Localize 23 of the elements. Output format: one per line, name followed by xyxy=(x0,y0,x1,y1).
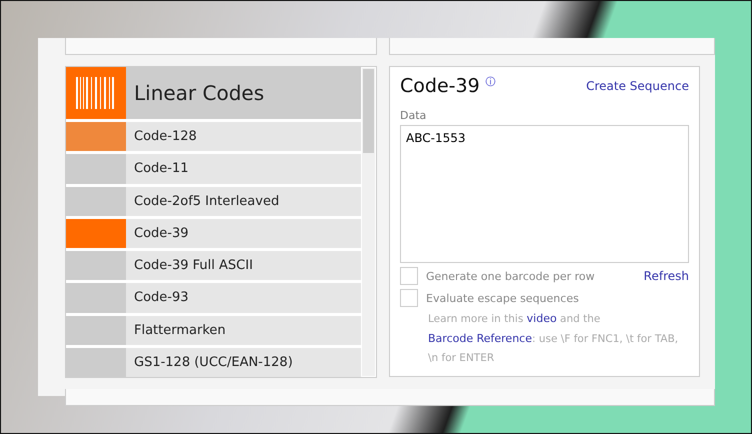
help-text: Learn more in this video and the Barcode Reference: use \F for FNC1, \t for TAB, \n for ENTER xyxy=(428,311,680,366)
help-link[interactable]: video xyxy=(526,312,557,325)
scrollbar[interactable] xyxy=(362,68,375,376)
code-list-item[interactable]: Code-39 Full ASCII xyxy=(66,251,361,280)
data-label: Data xyxy=(400,109,428,122)
help-link[interactable]: Barcode Reference xyxy=(428,332,532,345)
refresh-link[interactable]: Refresh xyxy=(644,269,689,283)
symbology-title: Code-39 xyxy=(400,75,480,97)
code-list-item[interactable]: Flattermarken xyxy=(66,316,361,345)
checkbox[interactable] xyxy=(400,289,418,307)
info-icon[interactable]: ⓘ xyxy=(486,77,496,88)
option-label: Evaluate escape sequences xyxy=(426,292,580,304)
code-list-item[interactable]: GS1-128 (UCC/EAN-128) xyxy=(66,348,361,377)
option-label: Generate one barcode per row xyxy=(426,270,596,282)
checkbox[interactable] xyxy=(400,267,418,285)
code-list-item[interactable]: Code-11 xyxy=(66,154,361,184)
create-sequence-link[interactable]: Create Sequence xyxy=(586,79,689,93)
code-list-item[interactable]: Code-39 xyxy=(66,218,361,248)
code-list-item[interactable]: Code-128 xyxy=(66,122,361,152)
data-field[interactable]: ABC-1553 xyxy=(400,125,689,263)
code-list-item[interactable]: Code-2of5 Interleaved xyxy=(66,186,361,216)
category-title: Linear Codes xyxy=(133,81,264,105)
code-list-item[interactable]: Code-93 xyxy=(66,283,361,312)
